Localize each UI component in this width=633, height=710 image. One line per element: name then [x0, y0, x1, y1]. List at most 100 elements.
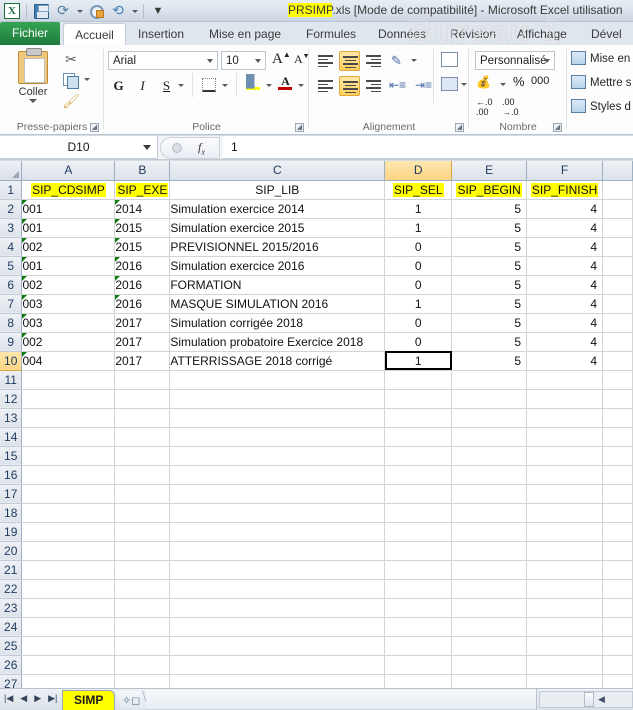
cell-B23[interactable]: [114, 598, 171, 618]
alignment-dialog-launcher[interactable]: ◢: [455, 123, 464, 132]
cell-G15[interactable]: [602, 446, 633, 466]
cell-G11[interactable]: [602, 370, 633, 390]
cell-A16[interactable]: [21, 465, 116, 485]
row-header-6[interactable]: 6: [0, 275, 23, 295]
select-all-corner[interactable]: [0, 161, 23, 181]
format-painter-button[interactable]: 🖌: [60, 91, 82, 111]
cell-A27[interactable]: [21, 674, 116, 688]
cell-C19[interactable]: [169, 522, 386, 542]
cell-C18[interactable]: [169, 503, 386, 523]
cell-E14[interactable]: [451, 427, 528, 447]
row-header-18[interactable]: 18: [0, 503, 23, 523]
cell-F26[interactable]: [526, 655, 604, 675]
cell-D8[interactable]: 0: [384, 313, 453, 333]
cell-D10[interactable]: 1: [384, 351, 453, 371]
scrollbar-thumb[interactable]: [584, 692, 594, 707]
cell-G16[interactable]: [602, 465, 633, 485]
tab-insertion[interactable]: Insertion: [129, 23, 193, 45]
cell-G9[interactable]: [602, 332, 633, 352]
borders-icon[interactable]: [202, 78, 216, 92]
cell-F24[interactable]: [526, 617, 604, 637]
undo-dropdown-icon[interactable]: [130, 2, 139, 21]
cell-G10[interactable]: [602, 351, 633, 371]
cell-F13[interactable]: [526, 408, 604, 428]
cell-B8[interactable]: 2017: [114, 313, 171, 333]
row-header-17[interactable]: 17: [0, 484, 23, 504]
cell-F1[interactable]: SIP_FINISH: [526, 180, 604, 200]
cell-B19[interactable]: [114, 522, 171, 542]
column-header-f[interactable]: F: [526, 161, 604, 181]
tab-revision[interactable]: Révision: [441, 23, 505, 45]
cell-G3[interactable]: [602, 218, 633, 238]
undo-icon[interactable]: ⟲: [108, 2, 128, 21]
orientation-dropdown-icon[interactable]: [411, 59, 417, 62]
cell-B3[interactable]: 2015: [114, 218, 171, 238]
cell-C3[interactable]: Simulation exercice 2015: [169, 218, 386, 238]
cell-B17[interactable]: [114, 484, 171, 504]
cell-F2[interactable]: 4: [526, 199, 604, 219]
redo-dropdown-icon[interactable]: [75, 2, 84, 21]
cell-C9[interactable]: Simulation probatoire Exercice 2018: [169, 332, 386, 352]
column-header-e[interactable]: E: [451, 161, 528, 181]
cell-G6[interactable]: [602, 275, 633, 295]
cut-button[interactable]: ✂: [60, 49, 82, 69]
cell-E9[interactable]: 5: [451, 332, 528, 352]
cell-E11[interactable]: [451, 370, 528, 390]
cell-B7[interactable]: 2016: [114, 294, 171, 314]
cell-E4[interactable]: 5: [451, 237, 528, 257]
cell-D18[interactable]: [384, 503, 453, 523]
row-header-20[interactable]: 20: [0, 541, 23, 561]
tab-developpeur[interactable]: Dével: [582, 23, 631, 45]
redo-icon[interactable]: ⟳: [53, 2, 73, 21]
insert-function-icon[interactable]: fx: [198, 140, 205, 156]
chevron-down-icon[interactable]: [29, 99, 37, 103]
cell-D25[interactable]: [384, 636, 453, 656]
cell-E18[interactable]: [451, 503, 528, 523]
tab-fichier[interactable]: Fichier: [0, 22, 60, 45]
merge-dropdown-icon[interactable]: [461, 83, 467, 86]
chevron-down-icon[interactable]: [255, 59, 261, 63]
cell-D23[interactable]: [384, 598, 453, 618]
cell-F7[interactable]: 4: [526, 294, 604, 314]
font-dialog-launcher[interactable]: ◢: [295, 123, 304, 132]
cell-C14[interactable]: [169, 427, 386, 447]
cell-A2[interactable]: 001: [21, 199, 116, 219]
row-header-7[interactable]: 7: [0, 294, 23, 314]
cell-F10[interactable]: 4: [526, 351, 604, 371]
cell-C12[interactable]: [169, 389, 386, 409]
chevron-down-icon[interactable]: [544, 59, 550, 63]
cell-styles-button[interactable]: Styles d: [571, 99, 631, 119]
cell-G26[interactable]: [602, 655, 633, 675]
cell-G2[interactable]: [602, 199, 633, 219]
cell-C7[interactable]: MASQUE SIMULATION 2016: [169, 294, 386, 314]
row-header-8[interactable]: 8: [0, 313, 23, 333]
nav-prev-sheet-icon[interactable]: ◀: [20, 693, 27, 704]
cell-D9[interactable]: 0: [384, 332, 453, 352]
cell-G17[interactable]: [602, 484, 633, 504]
cell-D13[interactable]: [384, 408, 453, 428]
horizontal-scrollbar[interactable]: ◀: [539, 691, 633, 708]
currency-format-icon[interactable]: 💰: [476, 75, 491, 89]
conditional-formatting-button[interactable]: Mise en: [571, 51, 630, 71]
bold-button[interactable]: G: [108, 76, 129, 96]
cell-E16[interactable]: [451, 465, 528, 485]
print-preview-icon[interactable]: [86, 2, 106, 21]
cell-C16[interactable]: [169, 465, 386, 485]
column-header-c[interactable]: C: [169, 161, 386, 181]
cell-A19[interactable]: [21, 522, 116, 542]
cell-C2[interactable]: Simulation exercice 2014: [169, 199, 386, 219]
excel-logo-icon[interactable]: X: [2, 2, 22, 21]
row-header-13[interactable]: 13: [0, 408, 23, 428]
cell-E2[interactable]: 5: [451, 199, 528, 219]
cell-B18[interactable]: [114, 503, 171, 523]
cell-C25[interactable]: [169, 636, 386, 656]
cell-G24[interactable]: [602, 617, 633, 637]
cell-B21[interactable]: [114, 560, 171, 580]
cell-F25[interactable]: [526, 636, 604, 656]
cell-E22[interactable]: [451, 579, 528, 599]
cell-E20[interactable]: [451, 541, 528, 561]
cell-B20[interactable]: [114, 541, 171, 561]
percent-format-button[interactable]: %: [513, 74, 525, 89]
cell-C20[interactable]: [169, 541, 386, 561]
cell-D20[interactable]: [384, 541, 453, 561]
